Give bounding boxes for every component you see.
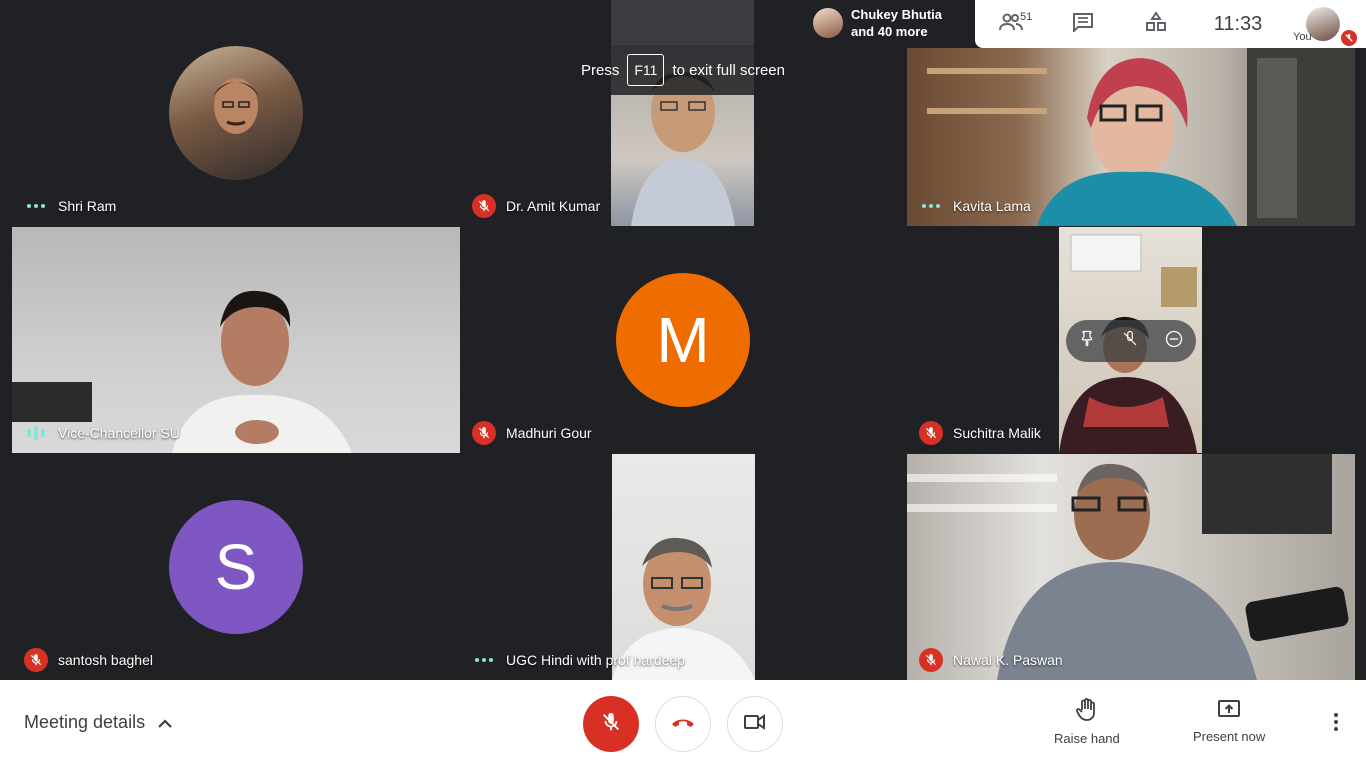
participant-name: Nawal K. Paswan [953, 652, 1063, 668]
chat-icon [1072, 12, 1094, 37]
present-now-label: Present now [1193, 729, 1266, 744]
present-screen-icon [1217, 698, 1241, 723]
more-vert-icon [1333, 712, 1339, 737]
mic-off-icon [24, 648, 48, 672]
remove-participant-icon[interactable] [1164, 329, 1184, 354]
leave-call-button[interactable] [655, 696, 711, 752]
participant-tile[interactable]: Vice-Chancellor SU [12, 227, 460, 453]
participant-tile[interactable]: Suchitra Malik [907, 227, 1355, 453]
chevron-up-icon [157, 712, 173, 733]
participant-tile[interactable]: M Madhuri Gour [460, 227, 907, 453]
participant-count: 51 [1020, 11, 1033, 23]
video-grid: Shri Ram Dr. Amit Kumar Kavita Lama Vice… [0, 0, 1366, 680]
raise-hand-button[interactable]: Raise hand [1054, 698, 1120, 746]
speaking-indicator-icon [472, 658, 496, 662]
video-camera-icon [743, 713, 767, 736]
tile-hover-controls [1066, 320, 1196, 362]
participant-name: Kavita Lama [953, 198, 1031, 214]
toast-press-text: Press [581, 61, 620, 79]
participant-name: Suchitra Malik [953, 425, 1041, 441]
participant-name-row: UGC Hindi with prof hardeep [460, 640, 907, 680]
participant-initial-avatar: M [616, 273, 750, 407]
audio-level-icon [24, 426, 48, 440]
chat-button[interactable] [1047, 0, 1119, 48]
participant-name: Dr. Amit Kumar [506, 198, 601, 214]
hang-up-icon [670, 715, 696, 734]
participant-preview-avatar [813, 8, 843, 38]
toast-suffix-text: to exit full screen [672, 61, 785, 79]
participant-name-row: Shri Ram [12, 186, 460, 226]
participant-name-row: Kavita Lama [907, 186, 1355, 226]
participant-name: Vice-Chancellor SU [58, 425, 180, 441]
top-right-bar: 51 11:33 You [975, 0, 1366, 48]
pin-icon[interactable] [1078, 330, 1096, 353]
participants-preview[interactable]: Chukey Bhutia and 40 more [803, 0, 975, 46]
participant-name-row: Nawal K. Paswan [907, 640, 1355, 680]
activities-button[interactable] [1119, 0, 1193, 48]
participant-avatar-photo [169, 46, 303, 180]
present-now-button[interactable]: Present now [1193, 698, 1265, 744]
self-view[interactable]: You [1283, 0, 1363, 48]
f11-key: F11 [627, 54, 665, 86]
participant-initial-avatar: S [169, 500, 303, 634]
participant-tile[interactable]: S santosh baghel [12, 454, 460, 680]
participant-name: Shri Ram [58, 198, 117, 214]
participant-name-row: santosh baghel [12, 640, 460, 680]
people-button[interactable]: 51 [975, 0, 1047, 48]
participant-name-row: Dr. Amit Kumar [460, 186, 907, 226]
speaking-indicator-icon [919, 204, 943, 208]
mic-off-icon [919, 648, 943, 672]
clock-time: 11:33 [1213, 12, 1263, 35]
hand-icon [1075, 698, 1098, 725]
participant-tile[interactable]: UGC Hindi with prof hardeep [460, 454, 907, 680]
participant-name: santosh baghel [58, 652, 153, 668]
meeting-details-button[interactable]: Meeting details [24, 712, 173, 733]
participant-name-row: Madhuri Gour [460, 413, 907, 453]
mic-off-icon [600, 711, 622, 738]
participant-tile[interactable]: Shri Ram [12, 0, 460, 226]
self-mic-off-icon [1341, 30, 1357, 46]
participant-name-row: Vice-Chancellor SU [12, 413, 460, 453]
shapes-icon [1145, 10, 1167, 38]
participant-name: UGC Hindi with prof hardeep [506, 652, 685, 668]
participant-name-row: Suchitra Malik [907, 413, 1355, 453]
you-label: You [1293, 31, 1312, 43]
mute-participant-icon[interactable] [1121, 330, 1139, 353]
fullscreen-toast: Press F11 to exit full screen [544, 45, 822, 95]
participant-name: Madhuri Gour [506, 425, 592, 441]
bottom-control-bar: Meeting details Raise hand Present now [0, 680, 1366, 768]
speaking-indicator-icon [24, 204, 48, 208]
raise-hand-label: Raise hand [1054, 731, 1120, 746]
mic-off-icon [919, 421, 943, 445]
preview-more: and 40 more [851, 24, 928, 39]
participant-tile[interactable]: Kavita Lama [907, 48, 1355, 226]
participant-tile[interactable]: Nawal K. Paswan [907, 454, 1355, 680]
preview-name: Chukey Bhutia [851, 7, 943, 22]
mic-off-icon [472, 194, 496, 218]
meeting-details-label: Meeting details [24, 712, 146, 732]
mic-off-icon [472, 421, 496, 445]
more-options-button[interactable] [1322, 710, 1350, 738]
camera-toggle-button[interactable] [727, 696, 783, 752]
mic-toggle-button[interactable] [583, 696, 639, 752]
